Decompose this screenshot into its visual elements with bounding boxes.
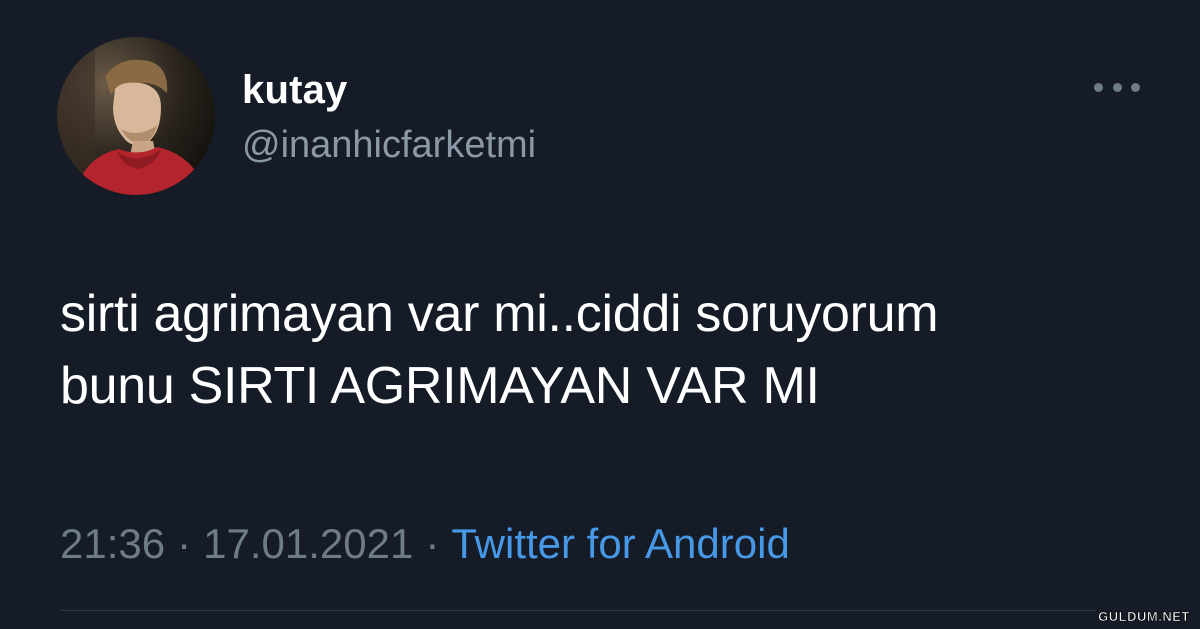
tweet-time[interactable]: 21:36: [60, 520, 165, 567]
divider: [60, 610, 1180, 611]
svg-text:GULDUM.NET: GULDUM.NET: [1098, 609, 1190, 624]
tweet-text-line: bunu SIRTI AGRIMAYAN VAR MI: [60, 357, 820, 415]
user-handle[interactable]: @inanhicfarketmi: [242, 122, 536, 168]
avatar[interactable]: [57, 37, 215, 195]
more-options-icon[interactable]: [1094, 76, 1140, 98]
display-name[interactable]: kutay: [242, 66, 348, 114]
meta-separator: ·: [425, 520, 440, 567]
meta-separator: ·: [177, 520, 192, 567]
profile-photo: [57, 37, 215, 195]
more-dot: [1131, 82, 1140, 92]
tweet-text: sirti agrimayan var mi..ciddi soruyorum …: [60, 278, 1160, 422]
more-dot: [1112, 82, 1122, 92]
tweet-meta: 21:36 · 17.01.2021 · Twitter for Android: [60, 518, 790, 570]
tweet-text-line: sirti agrimayan var mi..ciddi soruyorum: [60, 285, 939, 343]
tweet-date[interactable]: 17.01.2021: [203, 520, 413, 567]
watermark-logo: GULDUM.NET: [1096, 607, 1192, 625]
more-dot: [1094, 82, 1103, 92]
tweet-source-link[interactable]: Twitter for Android: [451, 520, 789, 567]
